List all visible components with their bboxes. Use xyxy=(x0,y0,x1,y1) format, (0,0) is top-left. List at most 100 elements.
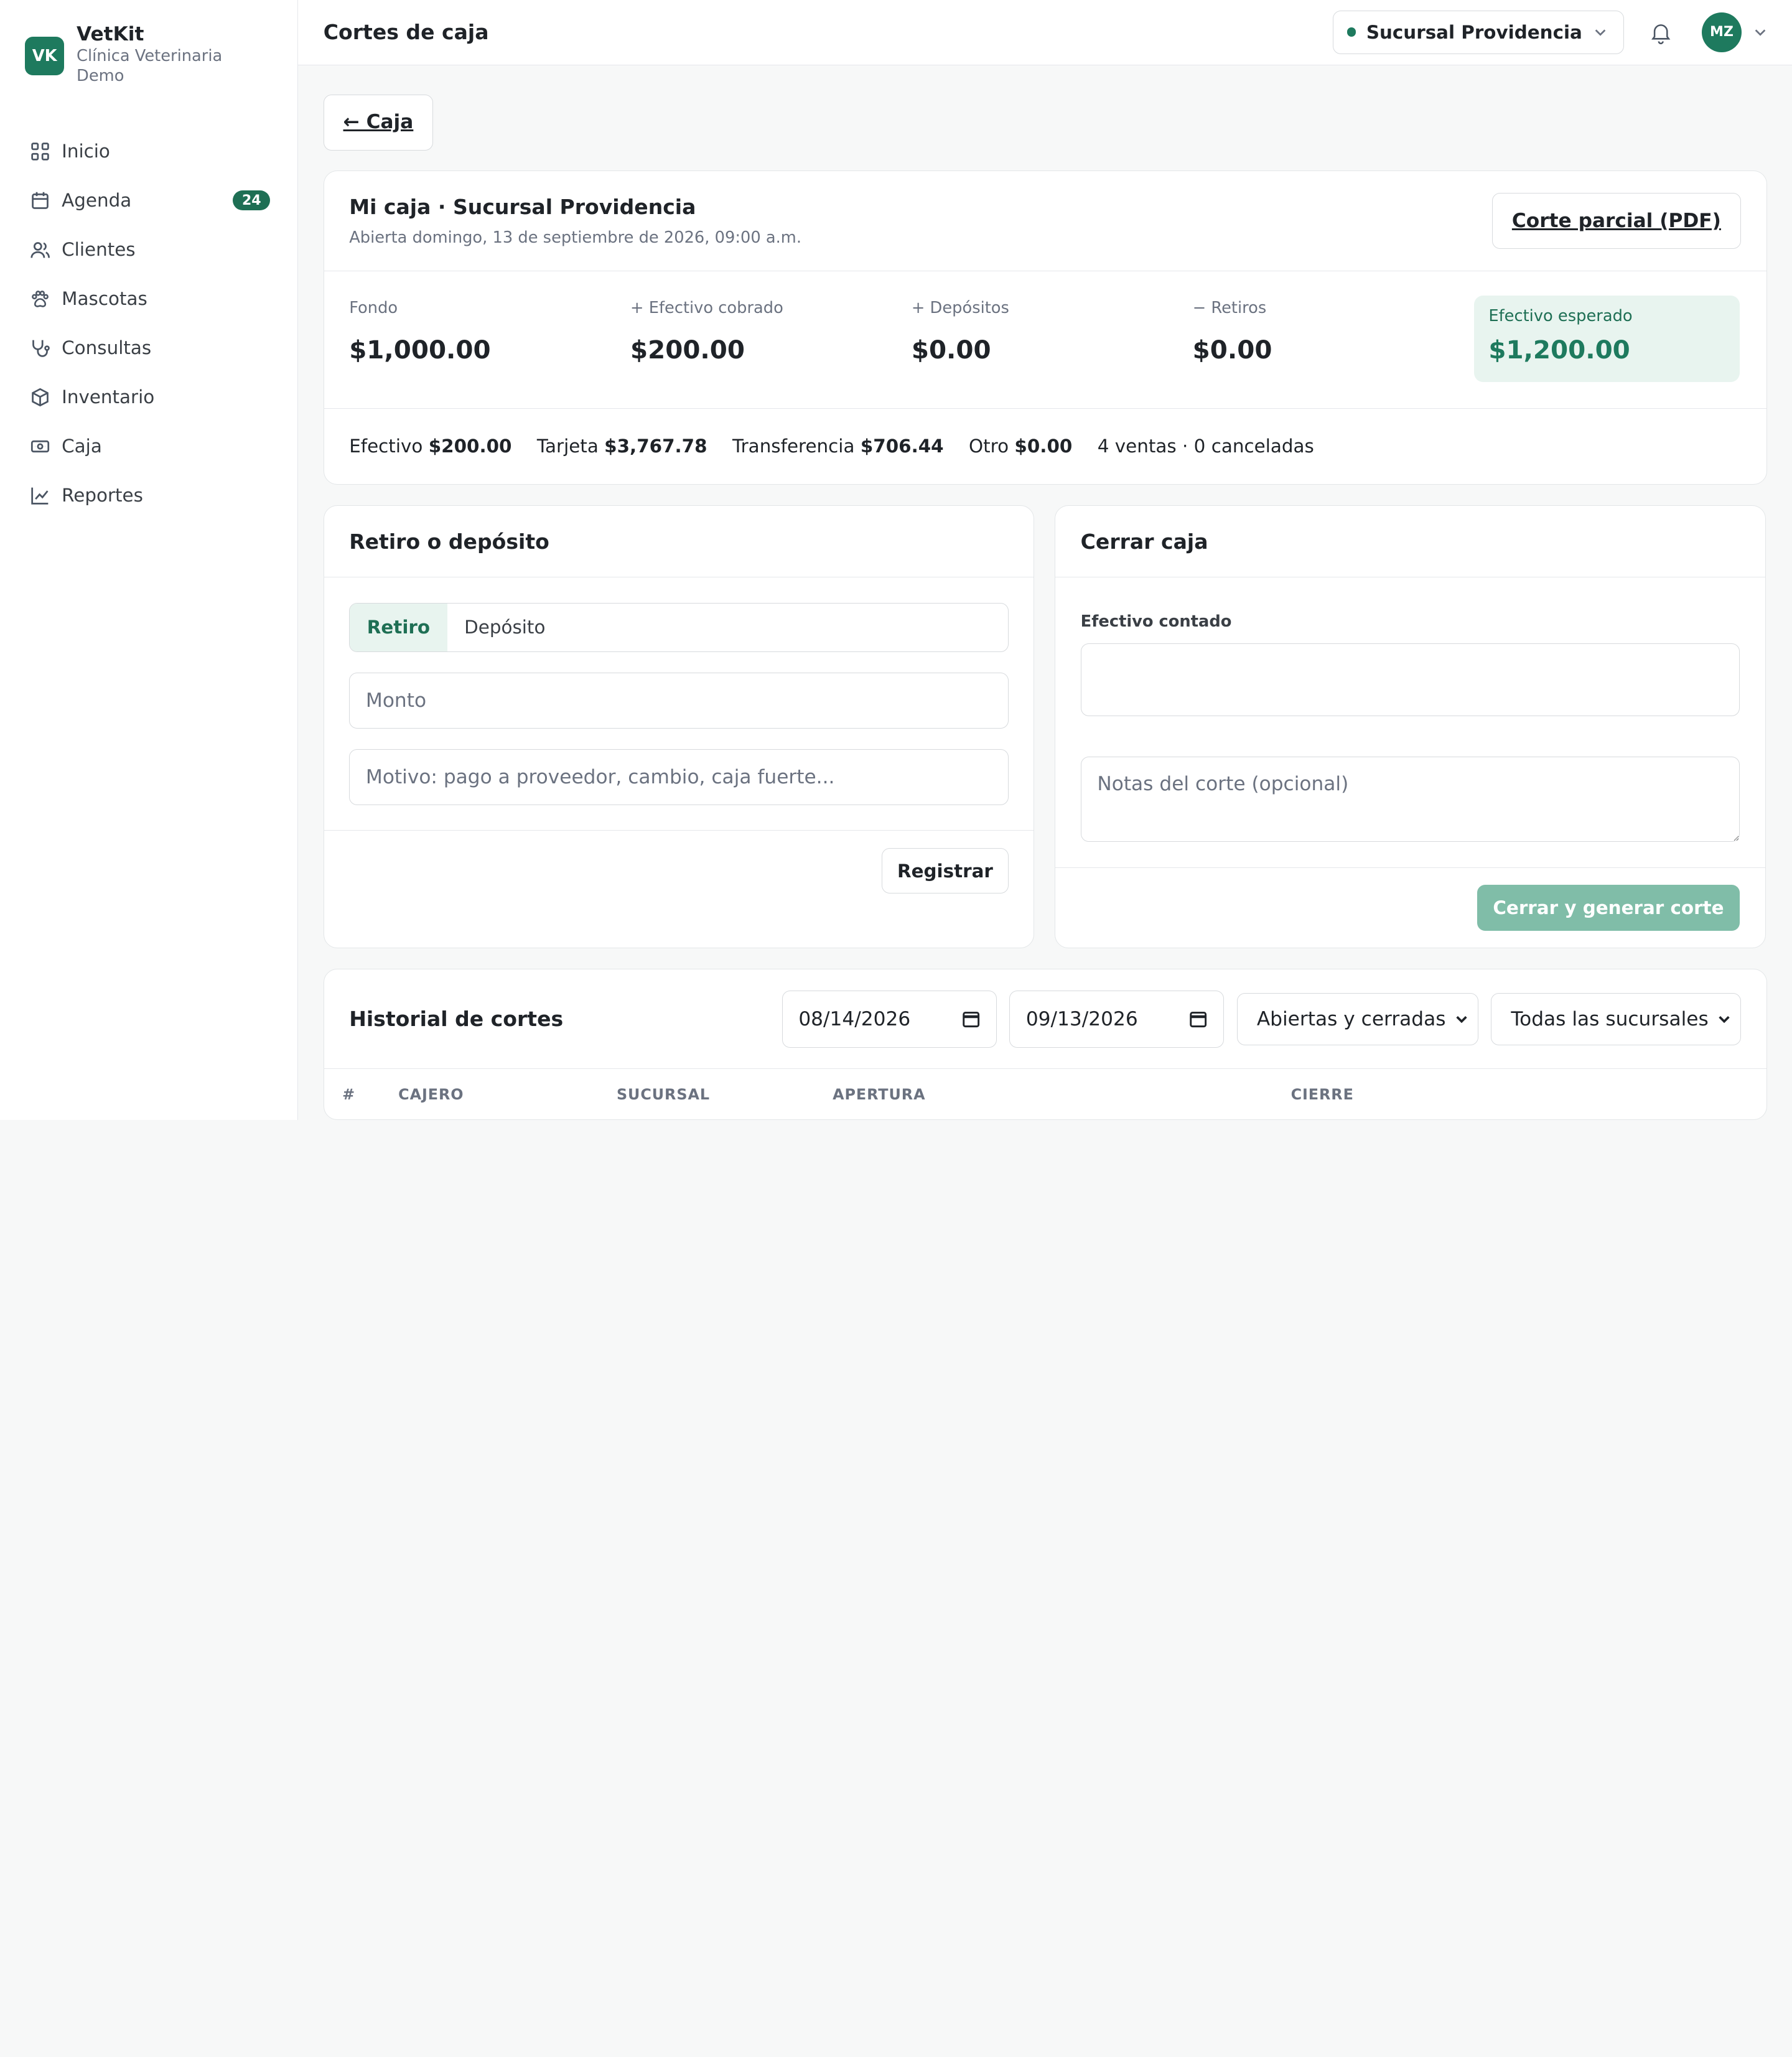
method-label: Tarjeta xyxy=(536,436,599,457)
cut-notes-input[interactable] xyxy=(1080,756,1740,842)
stat-efectivo-cobrado: + Efectivo cobrado $200.00 xyxy=(630,296,912,384)
partial-cut-pdf-button[interactable]: Corte parcial (PDF) xyxy=(1491,192,1742,249)
stat-label: Efectivo esperado xyxy=(1488,307,1633,326)
stat-value: $200.00 xyxy=(630,334,745,365)
history-filters: 08/14/2026 09/13/2026 Abiertas y cerrada… xyxy=(782,990,1742,1048)
stat-label: − Retiros xyxy=(1192,299,1267,318)
calendar-icon[interactable] xyxy=(1189,1010,1207,1028)
app-root: VK VetKit Clínica Veterinaria Demo Inici… xyxy=(0,0,1792,1120)
sidebar-item-label: Clientes xyxy=(62,239,136,261)
page-title: Cortes de caja xyxy=(323,20,489,45)
tab-retiro[interactable]: Retiro xyxy=(350,603,447,651)
date-to-value: 09/13/2026 xyxy=(1025,1007,1138,1030)
branch-filter-value: Todas las sucursales xyxy=(1511,1007,1709,1030)
method-label: Transferencia xyxy=(732,436,855,457)
status-filter-value: Abiertas y cerradas xyxy=(1256,1007,1446,1030)
sidebar-item-reportes[interactable]: Reportes xyxy=(25,471,273,520)
column-header: SUCURSAL xyxy=(616,1085,710,1103)
sidebar-item-label: Agenda xyxy=(62,190,132,212)
cash-icon xyxy=(27,434,52,459)
column-header: # xyxy=(342,1085,356,1103)
date-from-input[interactable]: 08/14/2026 xyxy=(782,990,997,1048)
users-icon xyxy=(27,237,52,262)
sidebar-item-caja[interactable]: Caja xyxy=(25,422,273,471)
cash-stats: Fondo $1,000.00 + Efectivo cobrado $200.… xyxy=(324,271,1766,409)
date-to-input[interactable]: 09/13/2026 xyxy=(1009,990,1225,1048)
movement-type-toggle: Retiro Depósito xyxy=(349,602,1009,652)
method-value: $706.44 xyxy=(860,436,944,457)
chevron-down-icon[interactable] xyxy=(1753,26,1767,39)
history-title: Historial de cortes xyxy=(349,1007,564,1032)
register-title: Mi caja · Sucursal Providencia xyxy=(349,194,696,219)
stethoscope-icon xyxy=(27,335,52,360)
box-icon xyxy=(27,385,52,409)
stat-value: $1,200.00 xyxy=(1488,334,1630,365)
stat-value: $0.00 xyxy=(1192,334,1272,365)
brand-logo: VK xyxy=(25,36,64,76)
register-opened-at: Abierta domingo, 13 de septiembre de 202… xyxy=(349,228,801,247)
method-otro: Otro $0.00 xyxy=(969,436,1072,457)
sidebar-item-label: Consultas xyxy=(62,337,152,359)
sidebar-item-clientes[interactable]: Clientes xyxy=(25,225,273,274)
stat-depositos: + Depósitos $0.00 xyxy=(912,296,1193,384)
stat-label: Fondo xyxy=(349,299,398,318)
stat-value: $0.00 xyxy=(911,334,991,365)
chevron-down-icon xyxy=(1719,1015,1730,1024)
sidebar-item-inventario[interactable]: Inventario xyxy=(25,373,273,422)
tab-deposito[interactable]: Depósito xyxy=(447,604,562,651)
method-value: $0.00 xyxy=(1014,436,1073,457)
close-title: Cerrar caja xyxy=(1055,506,1765,578)
status-dot xyxy=(1346,27,1356,37)
sidebar-item-label: Reportes xyxy=(62,485,143,506)
counted-cash-label: Efectivo contado xyxy=(1080,612,1232,631)
history-table-header: # CAJERO SUCURSAL APERTURA CIERRE xyxy=(324,1069,1766,1119)
brand-name: VetKit xyxy=(77,22,144,45)
close-and-generate-button[interactable]: Cerrar y generar corte xyxy=(1477,885,1740,931)
branch-name: Sucursal Providencia xyxy=(1366,21,1582,43)
sidebar-item-inicio[interactable]: Inicio xyxy=(25,127,273,176)
movement-panel: Retiro o depósito Retiro Depósito Regist… xyxy=(323,505,1035,949)
bell-icon[interactable] xyxy=(1647,19,1674,46)
avatar[interactable]: MZ xyxy=(1701,12,1742,52)
sidebar-item-label: Caja xyxy=(62,436,102,457)
sidebar-item-label: Inventario xyxy=(62,386,155,408)
sidebar: VK VetKit Clínica Veterinaria Demo Inici… xyxy=(0,0,299,1120)
branch-selector[interactable]: Sucursal Providencia xyxy=(1332,10,1624,54)
column-header: APERTURA xyxy=(833,1085,926,1103)
method-tarjeta: Tarjeta $3,767.78 xyxy=(537,436,707,457)
amount-input[interactable] xyxy=(349,672,1009,729)
date-from-value: 08/14/2026 xyxy=(798,1007,911,1030)
movement-title: Retiro o depósito xyxy=(324,506,1034,578)
back-to-caja-button[interactable]: ← Caja xyxy=(323,95,434,151)
close-register-panel: Cerrar caja Efectivo contado Cerrar y ge… xyxy=(1055,505,1766,949)
column-header: CIERRE xyxy=(1290,1085,1354,1103)
method-label: Otro xyxy=(969,436,1009,457)
stat-value: $1,000.00 xyxy=(349,334,491,365)
stat-fondo: Fondo $1,000.00 xyxy=(349,296,630,384)
reason-input[interactable] xyxy=(349,749,1009,805)
register-movement-button[interactable]: Registrar xyxy=(882,847,1009,894)
counted-cash-input[interactable] xyxy=(1080,643,1740,717)
sidebar-item-consultas[interactable]: Consultas xyxy=(25,324,273,373)
method-value: $3,767.78 xyxy=(604,436,707,457)
sidebar-item-mascotas[interactable]: Mascotas xyxy=(25,274,273,324)
calendar-icon xyxy=(27,188,52,213)
method-efectivo: Efectivo $200.00 xyxy=(349,436,511,457)
agenda-count-badge: 24 xyxy=(233,190,271,211)
branch-filter-select[interactable]: Todas las sucursales xyxy=(1491,992,1742,1045)
calendar-icon[interactable] xyxy=(962,1010,980,1028)
stat-retiros: − Retiros $0.00 xyxy=(1193,296,1474,384)
brand: VK VetKit Clínica Veterinaria Demo xyxy=(25,22,273,86)
sidebar-item-label: Inicio xyxy=(62,141,110,162)
sidebar-item-agenda[interactable]: Agenda 24 xyxy=(25,176,273,225)
method-label: Efectivo xyxy=(349,436,423,457)
stat-efectivo-esperado: Efectivo esperado $1,200.00 xyxy=(1473,295,1740,383)
brand-subtitle: Clínica Veterinaria Demo xyxy=(77,47,223,85)
column-header: CAJERO xyxy=(398,1085,464,1103)
status-filter-select[interactable]: Abiertas y cerradas xyxy=(1236,992,1478,1045)
stat-label: + Efectivo cobrado xyxy=(630,299,783,318)
register-summary-card: Mi caja · Sucursal Providencia Abierta d… xyxy=(323,170,1767,485)
grid-icon xyxy=(27,139,52,164)
paw-icon xyxy=(27,286,52,311)
payment-method-totals: Efectivo $200.00 Tarjeta $3,767.78 Trans… xyxy=(324,409,1766,484)
